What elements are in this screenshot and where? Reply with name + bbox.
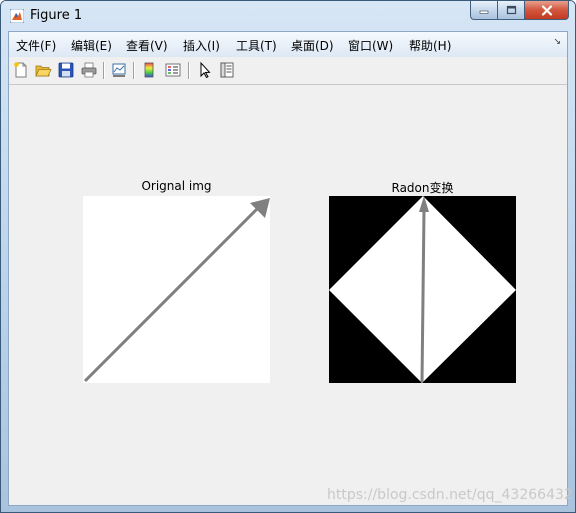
legend-icon[interactable] <box>164 61 182 79</box>
radon-transform-axes[interactable] <box>329 196 516 383</box>
plot-title-original: Orignal img <box>141 179 212 193</box>
menu-tools[interactable]: 工具(T) <box>236 37 277 54</box>
print-icon[interactable] <box>80 61 98 79</box>
menu-bar: 文件(F) 编辑(E) 查看(V) 插入(I) 工具(T) 桌面(D) 窗口(W… <box>9 32 567 58</box>
menu-file[interactable]: 文件(F) <box>16 37 56 54</box>
window-title: Figure 1 <box>30 8 83 23</box>
radon-arrow-shaft <box>420 209 426 383</box>
menu-insert[interactable]: 插入(I) <box>183 37 220 54</box>
close-icon <box>541 4 552 16</box>
link-plot-icon[interactable] <box>110 61 128 79</box>
minimize-button[interactable] <box>470 1 497 20</box>
colorbar-icon[interactable] <box>140 61 158 79</box>
original-image-axes[interactable] <box>83 196 270 383</box>
property-editor-icon[interactable] <box>218 61 236 79</box>
maximize-button[interactable] <box>497 1 524 20</box>
toolbar-separator <box>103 62 105 79</box>
menu-desktop[interactable]: 桌面(D) <box>291 37 334 54</box>
matlab-app-icon <box>10 9 24 23</box>
figure-toolbar <box>9 57 567 85</box>
toolbar-separator <box>188 62 190 79</box>
watermark-text: https://blog.csdn.net/qq_43266432 <box>327 487 573 503</box>
close-button[interactable] <box>524 1 569 20</box>
menu-help[interactable]: 帮助(H) <box>409 37 451 54</box>
save-icon[interactable] <box>57 61 75 79</box>
plot-title-radon: Radon变换 <box>391 181 454 195</box>
menu-window[interactable]: 窗口(W) <box>348 37 393 54</box>
caption-buttons <box>470 1 569 21</box>
title-bar[interactable]: Figure 1 <box>1 1 575 31</box>
new-figure-icon[interactable] <box>12 61 30 79</box>
minimize-icon <box>479 10 488 14</box>
figure-client-area: 文件(F) 编辑(E) 查看(V) 插入(I) 工具(T) 桌面(D) 窗口(W… <box>8 31 573 506</box>
open-file-icon[interactable] <box>34 61 52 79</box>
pointer-icon[interactable] <box>196 61 214 79</box>
figure-window: Figure 1 文件(F) 编辑(E) 查看(V) 插入(I) 工具(T) 桌… <box>0 0 576 513</box>
maximize-icon <box>506 5 516 15</box>
menu-edit[interactable]: 编辑(E) <box>71 37 112 54</box>
menu-view[interactable]: 查看(V) <box>126 37 168 54</box>
menu-overflow-icon[interactable]: ↘ <box>553 37 561 47</box>
toolbar-separator <box>133 62 135 79</box>
